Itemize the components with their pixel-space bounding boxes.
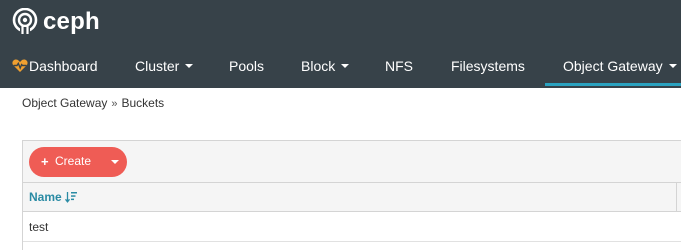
- table-row[interactable]: test: [23, 212, 681, 242]
- nav-item-object-gateway[interactable]: Object Gateway: [545, 46, 681, 86]
- nav-item-dashboard[interactable]: Dashboard: [12, 46, 98, 86]
- nav-item-cluster[interactable]: Cluster: [135, 46, 194, 86]
- breadcrumb-separator: »: [111, 98, 118, 110]
- nav-item-filesystems[interactable]: Filesystems: [451, 46, 525, 86]
- table-header: Name: [23, 183, 681, 212]
- top-navbar: ceph Dashboard Cluster Pools Block NFS F…: [0, 0, 681, 88]
- nav-item-pools[interactable]: Pools: [229, 46, 264, 86]
- heartbeat-icon: [12, 59, 28, 72]
- breadcrumb-parent[interactable]: Object Gateway: [22, 96, 107, 110]
- nav-item-nfs[interactable]: NFS: [385, 46, 413, 86]
- brand-name: ceph: [43, 8, 100, 35]
- bucket-name-cell: test: [29, 220, 49, 234]
- nav-label-dashboard: Dashboard: [29, 58, 98, 74]
- caret-down-icon: [111, 160, 119, 164]
- create-button[interactable]: + Create: [29, 147, 127, 177]
- nav-label-cluster: Cluster: [135, 58, 180, 74]
- main-nav: Dashboard Cluster Pools Block NFS Filesy…: [0, 46, 681, 88]
- buckets-table-panel: + Create Name test: [22, 140, 681, 250]
- sort-amount-down-icon[interactable]: [65, 191, 77, 203]
- nav-item-block[interactable]: Block: [301, 46, 350, 86]
- plus-icon: +: [41, 154, 49, 169]
- caret-down-icon: [185, 64, 194, 69]
- column-header-name[interactable]: Name: [29, 183, 62, 212]
- create-button-label: Create: [55, 154, 92, 168]
- table-toolbar: + Create: [23, 141, 681, 183]
- caret-down-icon: [341, 64, 350, 69]
- breadcrumb-current: Buckets: [121, 96, 165, 110]
- create-dropdown-toggle[interactable]: [101, 147, 127, 177]
- nav-label-object-gateway: Object Gateway: [563, 58, 663, 74]
- nav-label-block: Block: [301, 58, 336, 74]
- ceph-logo-icon: [12, 8, 38, 35]
- nav-label-nfs: NFS: [385, 58, 413, 74]
- breadcrumb: Object Gateway » Buckets: [22, 96, 164, 110]
- ceph-logo[interactable]: ceph: [12, 8, 100, 36]
- caret-down-icon: [668, 64, 677, 69]
- column-divider[interactable]: [676, 183, 677, 212]
- nav-label-filesystems: Filesystems: [451, 58, 525, 74]
- nav-label-pools: Pools: [229, 58, 265, 74]
